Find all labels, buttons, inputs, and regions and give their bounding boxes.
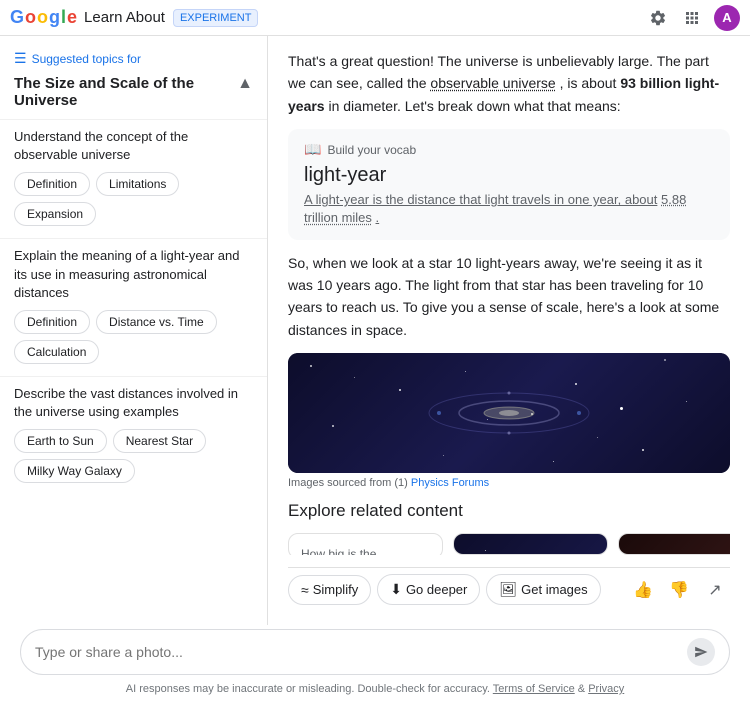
vocab-term: light-year bbox=[304, 164, 714, 187]
content-area: That's a great question! The universe is… bbox=[268, 36, 750, 625]
card-1-snippet: How big is the universe? Based on what w… bbox=[301, 546, 430, 555]
chip-distance-vs-time[interactable]: Distance vs. Time bbox=[96, 310, 217, 334]
book-icon: 📖 bbox=[304, 141, 321, 158]
logo-letter-o2: o bbox=[37, 7, 47, 28]
google-logo: G o o g l e bbox=[10, 7, 76, 28]
simplify-icon: ≈ bbox=[301, 582, 309, 598]
topics-icon: ☰ bbox=[14, 50, 27, 67]
suggested-topics-label: Suggested topics for bbox=[32, 52, 141, 66]
logo-letter-o1: o bbox=[25, 7, 35, 28]
share-icon[interactable]: ↗ bbox=[700, 575, 730, 605]
suggested-topics-header: ☰ Suggested topics for bbox=[0, 46, 267, 75]
settings-icon[interactable] bbox=[646, 6, 670, 30]
apps-icon[interactable] bbox=[680, 6, 704, 30]
section-title-2: Explain the meaning of a light-year and … bbox=[14, 247, 253, 302]
top-bar-icons: A bbox=[646, 5, 740, 31]
image-placeholder bbox=[288, 353, 730, 473]
experiment-badge: EXPERIMENT bbox=[173, 9, 259, 27]
galaxy-svg bbox=[409, 363, 609, 463]
chips-row-1: Definition Limitations Expansion bbox=[14, 172, 253, 226]
image-caption: Images sourced from (1) Physics Forums bbox=[288, 477, 730, 489]
sidebar-section-1: Understand the concept of the observable… bbox=[0, 119, 267, 238]
related-heading: Explore related content bbox=[288, 501, 730, 521]
sidebar-section-3: Describe the vast distances involved in … bbox=[0, 376, 267, 495]
feedback-icons: 👍 👎 ↗ bbox=[628, 575, 730, 605]
chat-input[interactable] bbox=[35, 644, 679, 660]
chip-earth-to-sun[interactable]: Earth to Sun bbox=[14, 429, 107, 453]
image-block: Images sourced from (1) Physics Forums bbox=[288, 353, 730, 489]
intro-text-3: in diameter. Let's break down what that … bbox=[328, 98, 620, 114]
terms-link[interactable]: Terms of Service bbox=[493, 683, 575, 695]
logo-letter-g: G bbox=[10, 7, 23, 28]
logo-letter-g2: g bbox=[49, 7, 59, 28]
related-cards: How big is the universe? Based on what w… bbox=[288, 533, 730, 555]
chips-row-3: Earth to Sun Nearest Star Milky Way Gala… bbox=[14, 429, 253, 483]
image-source-link[interactable]: Physics Forums bbox=[411, 477, 489, 489]
top-bar: G o o g l e Learn About EXPERIMENT A bbox=[0, 0, 750, 36]
go-deeper-button[interactable]: ⬇ Go deeper bbox=[377, 574, 480, 605]
card-2-thumb-overlay: How Big Is the Universe? bbox=[454, 534, 607, 555]
chip-nearest-star[interactable]: Nearest Star bbox=[113, 429, 206, 453]
vocab-card: 📖 Build your vocab light-year A light-ye… bbox=[288, 129, 730, 239]
sidebar: ☰ Suggested topics for The Size and Scal… bbox=[0, 36, 268, 625]
sidebar-section-2: Explain the meaning of a light-year and … bbox=[0, 238, 267, 376]
logo-letter-l: l bbox=[61, 7, 65, 28]
vocab-header: 📖 Build your vocab bbox=[304, 141, 714, 158]
vocab-definition: A light-year is the distance that light … bbox=[304, 191, 714, 227]
section-title-1: Understand the concept of the observable… bbox=[14, 128, 253, 164]
card-2-thumb: ▶ How Big Is the Universe? bbox=[454, 534, 607, 555]
input-bar bbox=[20, 629, 730, 675]
go-deeper-icon: ⬇ bbox=[390, 581, 402, 598]
simplify-button[interactable]: ≈ Simplify bbox=[288, 575, 371, 605]
related-card-3[interactable]: ▶ How B How B Yo... bbox=[618, 533, 730, 555]
related-card-1[interactable]: How big is the universe? Based on what w… bbox=[288, 533, 443, 555]
chip-expansion[interactable]: Expansion bbox=[14, 202, 96, 226]
send-button[interactable] bbox=[687, 638, 715, 666]
learn-about-label: Learn About bbox=[84, 9, 165, 26]
main-layout: ☰ Suggested topics for The Size and Scal… bbox=[0, 36, 750, 625]
content-paragraph: So, when we look at a star 10 light-year… bbox=[288, 252, 730, 342]
chips-row-2: Definition Distance vs. Time Calculation bbox=[14, 310, 253, 364]
footer-note: AI responses may be inaccurate or mislea… bbox=[0, 679, 750, 701]
intro-text-2: , is about bbox=[560, 75, 617, 91]
space-image bbox=[288, 353, 730, 473]
logo-letter-e: e bbox=[67, 7, 76, 28]
avatar[interactable]: A bbox=[714, 5, 740, 31]
privacy-link[interactable]: Privacy bbox=[588, 683, 624, 695]
thumbs-up-icon[interactable]: 👍 bbox=[628, 575, 658, 605]
chip-definition-2[interactable]: Definition bbox=[14, 310, 90, 334]
topic-title: The Size and Scale of the Universe ▲ bbox=[0, 75, 267, 119]
chip-definition-1[interactable]: Definition bbox=[14, 172, 90, 196]
get-images-button[interactable]: 🖼 Get images bbox=[486, 574, 600, 605]
card-3-thumb: ▶ How B bbox=[619, 534, 730, 555]
chip-milky-way[interactable]: Milky Way Galaxy bbox=[14, 459, 135, 483]
images-icon: 🖼 bbox=[499, 581, 517, 598]
chip-calculation[interactable]: Calculation bbox=[14, 340, 99, 364]
chip-limitations[interactable]: Limitations bbox=[96, 172, 179, 196]
observable-universe-link[interactable]: observable universe bbox=[430, 75, 555, 91]
thumbs-down-icon[interactable]: 👎 bbox=[664, 575, 694, 605]
collapse-chevron-icon[interactable]: ▲ bbox=[237, 75, 253, 93]
related-card-2[interactable]: ▶ How Big Is the Universe? How Big Is th… bbox=[453, 533, 608, 555]
bottom-toolbar: ≈ Simplify ⬇ Go deeper 🖼 Get images 👍 👎 … bbox=[288, 567, 730, 611]
card-3-thumb-overlay: How B bbox=[619, 534, 730, 555]
vocab-header-label: Build your vocab bbox=[327, 143, 416, 157]
section-title-3: Describe the vast distances involved in … bbox=[14, 385, 253, 421]
intro-paragraph: That's a great question! The universe is… bbox=[288, 50, 730, 117]
